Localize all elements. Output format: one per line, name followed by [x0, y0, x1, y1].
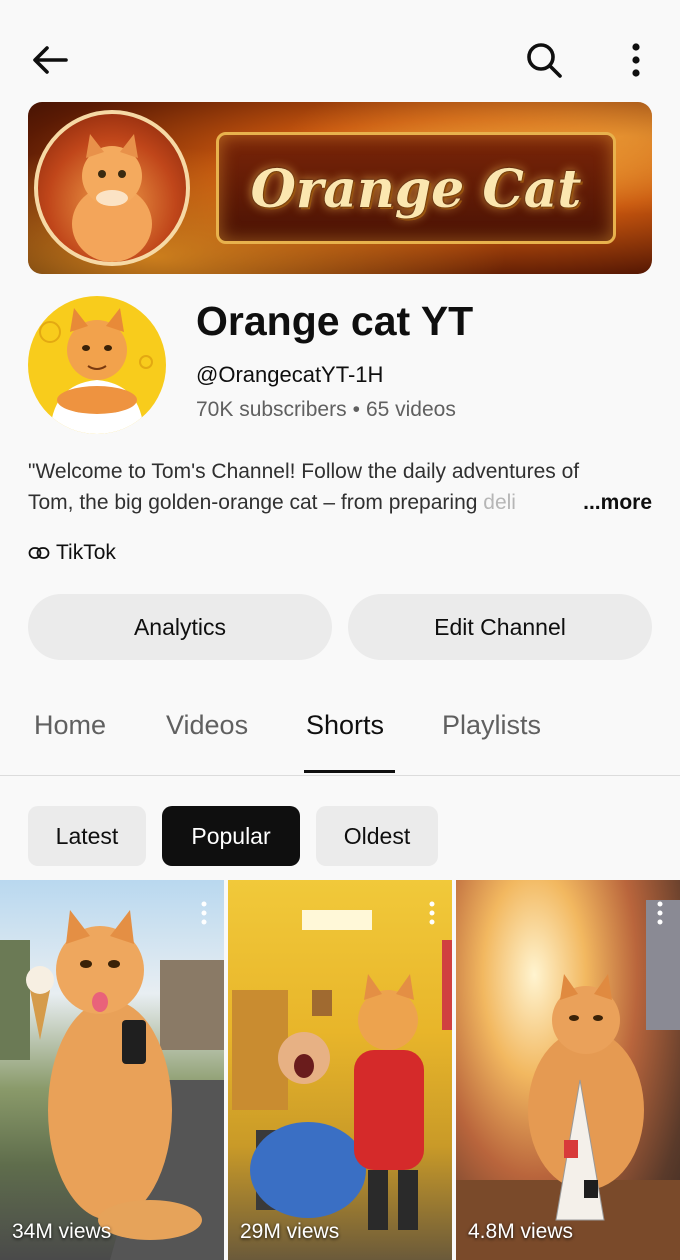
more-vertical-icon [201, 901, 207, 925]
active-tab-indicator [304, 770, 395, 773]
more-options-button[interactable] [618, 36, 654, 84]
short-2-menu-button[interactable] [422, 898, 442, 928]
description-line-2-text: Tom, the big golden-orange cat – from pr… [28, 491, 484, 514]
description-line-2: Tom, the big golden-orange cat – from pr… [28, 487, 652, 518]
channel-avatar[interactable] [28, 296, 166, 434]
tab-playlists[interactable]: Playlists [442, 710, 541, 741]
short-2-views: 29M views [240, 1220, 340, 1243]
banner-title-plaque: Orange Cat [216, 132, 616, 244]
short-1-image [0, 910, 224, 1260]
filter-chip-latest[interactable]: Latest [28, 806, 146, 866]
tab-videos[interactable]: Videos [166, 710, 248, 741]
link-icon [28, 547, 50, 559]
short-3-image [456, 900, 680, 1260]
back-button[interactable] [28, 38, 72, 82]
more-link[interactable]: ...more [579, 487, 652, 518]
search-icon [527, 43, 562, 78]
edit-channel-button[interactable]: Edit Channel [348, 594, 652, 660]
banner-title: Orange Cat [250, 159, 582, 220]
short-thumbnail-1[interactable]: 34M views [0, 880, 224, 1260]
short-thumbnail-3[interactable]: 4.8M views [456, 880, 680, 1260]
more-vertical-icon [632, 43, 640, 77]
filter-chip-popular[interactable]: Popular [162, 806, 300, 866]
short-thumbnail-2[interactable]: 29M views [228, 880, 452, 1260]
channel-tabs: Home Videos Shorts Playlists [0, 690, 680, 776]
description-line-1: "Welcome to Tom's Channel! Follow the da… [28, 460, 580, 483]
analytics-button[interactable]: Analytics [28, 594, 332, 660]
video-count: 65 videos [365, 398, 456, 421]
description-faded-text: deli [483, 491, 516, 514]
tab-home[interactable]: Home [34, 710, 106, 741]
arrow-left-icon [33, 46, 68, 74]
channel-name: Orange cat YT [196, 298, 474, 344]
subscriber-count: 70K subscribers [196, 398, 347, 421]
channel-link-tiktok[interactable]: TikTok [28, 538, 116, 568]
stats-separator: • [352, 398, 360, 421]
more-vertical-icon [657, 901, 663, 925]
more-vertical-icon [429, 901, 435, 925]
channel-stats: 70K subscribers • 65 videos [196, 398, 456, 422]
filter-chip-oldest[interactable]: Oldest [316, 806, 438, 866]
short-1-views: 34M views [12, 1220, 112, 1243]
channel-banner: Orange Cat [28, 102, 652, 274]
channel-description[interactable]: "Welcome to Tom's Channel! Follow the da… [28, 456, 652, 518]
short-2-image [232, 910, 452, 1230]
channel-handle: @OrangecatYT-1H [196, 362, 384, 387]
short-1-menu-button[interactable] [194, 898, 214, 928]
link-label: TikTok [56, 541, 116, 564]
short-3-menu-button[interactable] [650, 898, 670, 928]
search-button[interactable] [520, 36, 568, 84]
tab-shorts[interactable]: Shorts [306, 710, 384, 741]
top-app-bar [0, 0, 680, 110]
banner-cat-image [34, 110, 190, 266]
short-3-views: 4.8M views [468, 1220, 574, 1243]
